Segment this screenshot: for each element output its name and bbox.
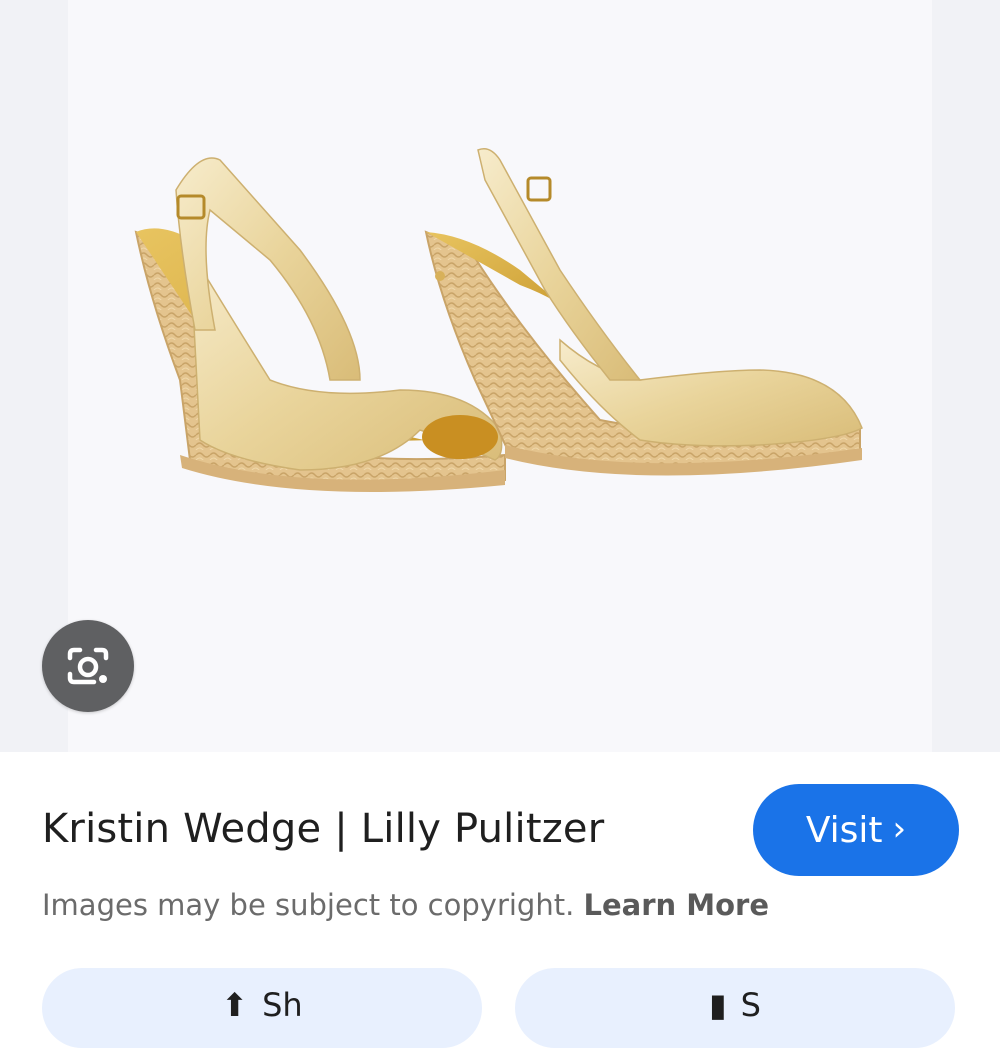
- bookmark-icon: ▮: [709, 986, 727, 1024]
- chevron-right-icon: ›: [892, 809, 907, 849]
- result-title[interactable]: Kristin Wedge | Lilly Pulitzer: [42, 806, 604, 852]
- share-button[interactable]: ⬆ Sh: [42, 968, 482, 1048]
- google-lens-camera-icon: [67, 647, 109, 685]
- copyright-notice: Images may be subject to copyright. Lear…: [42, 888, 769, 922]
- product-image[interactable]: [68, 0, 932, 752]
- google-lens-button[interactable]: [42, 620, 134, 712]
- left-shoe: [134, 157, 506, 493]
- visit-label: Visit: [805, 809, 883, 851]
- share-label: Sh: [262, 986, 303, 1024]
- save-button[interactable]: ▮ S: [515, 968, 955, 1048]
- wedge-sandals-image: [134, 148, 863, 493]
- save-label: S: [740, 986, 761, 1024]
- visit-button[interactable]: Visit ›: [753, 784, 959, 876]
- learn-more-link[interactable]: Learn More: [584, 888, 770, 922]
- copyright-text: Images may be subject to copyright.: [42, 888, 575, 922]
- image-preview-area: [0, 0, 1000, 752]
- share-icon: ⬆: [221, 986, 249, 1024]
